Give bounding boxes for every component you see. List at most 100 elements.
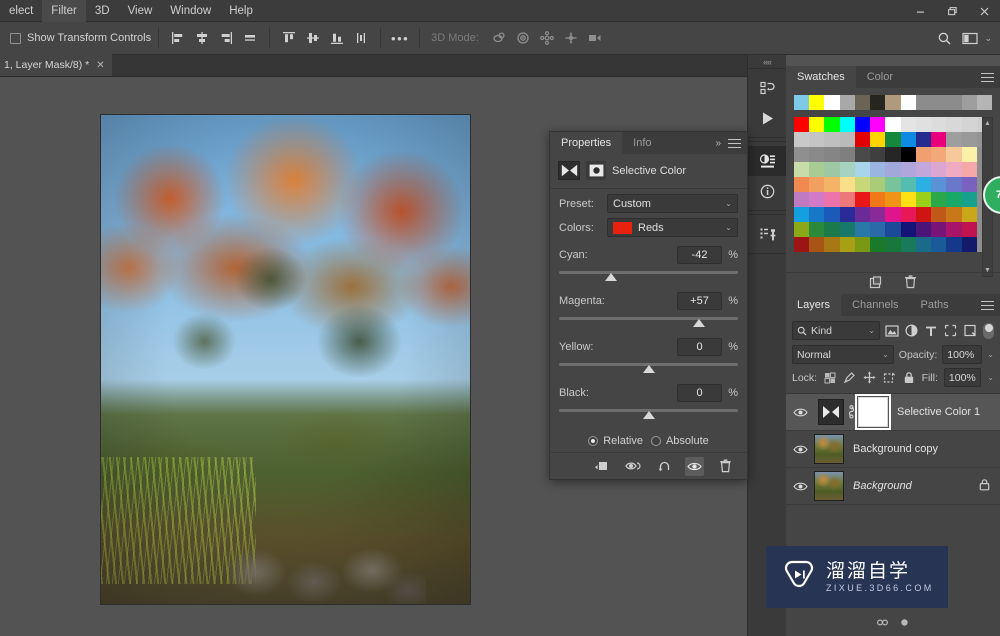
swatch-cell[interactable] xyxy=(839,192,855,207)
table-row[interactable]: Selective Color 1 xyxy=(786,394,1000,431)
swatch-cell[interactable] xyxy=(961,192,977,207)
swatch-cell[interactable] xyxy=(794,192,810,207)
clone-source-icon[interactable] xyxy=(748,219,787,249)
lock-all-icon[interactable] xyxy=(902,370,916,385)
toggle-visibility-icon[interactable] xyxy=(685,456,704,476)
swatch-cell[interactable] xyxy=(870,207,886,222)
minimize-button[interactable] xyxy=(904,0,936,22)
swatch-cell[interactable] xyxy=(870,132,886,147)
swatch-cell[interactable] xyxy=(900,95,916,110)
swatch-cell[interactable] xyxy=(900,177,916,192)
swatch-cell[interactable] xyxy=(946,95,962,110)
layer-thumbnail[interactable] xyxy=(814,434,844,464)
chevron-down-icon[interactable]: ⌄ xyxy=(876,350,889,359)
history-icon[interactable] xyxy=(748,73,787,103)
swatch-cell[interactable] xyxy=(794,162,810,177)
swatch-cell[interactable] xyxy=(915,147,932,162)
swatch-cell[interactable] xyxy=(931,132,947,147)
swatch-cell[interactable] xyxy=(931,177,947,192)
swatch-cell[interactable] xyxy=(946,132,962,147)
new-swatch-icon[interactable] xyxy=(869,275,882,292)
yellow-value-field[interactable]: 0 xyxy=(677,338,722,356)
swatch-cell[interactable] xyxy=(839,117,855,132)
swatch-cell[interactable] xyxy=(915,95,932,110)
swatch-cell[interactable] xyxy=(976,95,993,110)
filter-shape-icon[interactable] xyxy=(942,322,957,339)
swatch-cell[interactable] xyxy=(946,147,962,162)
swatch-cell[interactable] xyxy=(915,117,932,132)
actions-play-icon[interactable] xyxy=(748,103,787,133)
swatch-cell[interactable] xyxy=(854,192,871,207)
swatch-cell[interactable] xyxy=(809,177,825,192)
swatch-cell[interactable] xyxy=(946,117,962,132)
more-options-button[interactable]: ••• xyxy=(388,27,412,49)
swatch-cell[interactable] xyxy=(900,132,916,147)
swatches-panel-menu[interactable] xyxy=(981,66,994,88)
swatch-cell[interactable] xyxy=(946,177,962,192)
panel-menu-icon[interactable] xyxy=(728,138,741,148)
align-bottom-edges-icon[interactable] xyxy=(238,27,262,49)
menu-item-help[interactable]: Help xyxy=(220,0,262,22)
swatch-cell[interactable] xyxy=(946,192,962,207)
swatch-cell[interactable] xyxy=(931,95,947,110)
menu-item-3d[interactable]: 3D xyxy=(86,0,119,22)
swatch-cell[interactable] xyxy=(794,132,810,147)
menu-item-select[interactable]: elect xyxy=(0,0,42,22)
tab-properties[interactable]: Properties xyxy=(550,132,623,154)
swatch-cell[interactable] xyxy=(809,147,825,162)
swatch-cell[interactable] xyxy=(946,237,962,252)
swatch-cell[interactable] xyxy=(854,147,871,162)
close-button[interactable] xyxy=(968,0,1000,22)
workspace-caret-icon[interactable]: ⌄ xyxy=(984,33,992,44)
layer-thumbnail[interactable] xyxy=(814,471,844,501)
restore-button[interactable] xyxy=(936,0,968,22)
swatch-cell[interactable] xyxy=(931,192,947,207)
pan-3d-icon[interactable] xyxy=(535,27,559,49)
menu-item-filter[interactable]: Filter xyxy=(42,0,86,22)
align-top-edges-icon[interactable] xyxy=(277,27,301,49)
slide-3d-icon[interactable] xyxy=(559,27,583,49)
layer-visibility-icon[interactable] xyxy=(786,444,814,455)
menu-item-view[interactable]: View xyxy=(119,0,162,22)
swatch-cell[interactable] xyxy=(885,132,901,147)
swatch-cell[interactable] xyxy=(854,117,871,132)
swatch-cell[interactable] xyxy=(961,237,977,252)
roll-3d-icon[interactable] xyxy=(511,27,535,49)
show-transform-controls-checkbox[interactable] xyxy=(10,32,21,44)
tab-swatches[interactable]: Swatches xyxy=(786,66,856,88)
magenta-slider-track[interactable] xyxy=(559,315,738,329)
swatch-cell[interactable] xyxy=(961,95,977,110)
tab-color[interactable]: Color xyxy=(856,66,904,88)
align-vertical-centers-icon[interactable] xyxy=(301,27,325,49)
swatch-cell[interactable] xyxy=(854,95,871,110)
swatch-cell[interactable] xyxy=(961,162,977,177)
swatch-cell[interactable] xyxy=(809,95,825,110)
swatch-cell[interactable] xyxy=(946,207,962,222)
swatch-cell[interactable] xyxy=(915,192,932,207)
layer-visibility-icon[interactable] xyxy=(786,481,814,492)
layer-filter-kind-select[interactable]: Kind ⌄ xyxy=(792,321,880,340)
preset-select[interactable]: Custom ⌄ xyxy=(607,194,738,213)
scroll-up-icon[interactable]: ▲ xyxy=(984,120,991,127)
chevron-down-icon[interactable]: ⌄ xyxy=(987,373,994,382)
swatch-cell[interactable] xyxy=(900,147,916,162)
search-icon[interactable] xyxy=(932,27,956,49)
swatch-cell[interactable] xyxy=(931,222,947,237)
swatch-cell[interactable] xyxy=(946,162,962,177)
delete-adjustment-icon[interactable] xyxy=(716,457,735,476)
filter-pixel-icon[interactable] xyxy=(884,322,899,339)
adjustment-thumbnail[interactable] xyxy=(818,399,844,425)
document-tab[interactable]: 1, Layer Mask/8) * ✕ xyxy=(0,54,112,76)
swatch-cell[interactable] xyxy=(961,177,977,192)
layer-name[interactable]: Selective Color 1 xyxy=(888,406,980,418)
swatch-cell[interactable] xyxy=(794,207,810,222)
swatch-cell[interactable] xyxy=(900,192,916,207)
chevron-down-icon[interactable]: ⌄ xyxy=(725,223,732,232)
swatch-cell[interactable] xyxy=(839,207,855,222)
swatch-cell[interactable] xyxy=(854,207,871,222)
swatch-cell[interactable] xyxy=(824,162,840,177)
absolute-radio-option[interactable]: Absolute xyxy=(650,435,709,447)
recent-swatches-row[interactable] xyxy=(794,95,993,110)
swatch-cell[interactable] xyxy=(839,237,855,252)
swatch-cell[interactable] xyxy=(915,177,932,192)
